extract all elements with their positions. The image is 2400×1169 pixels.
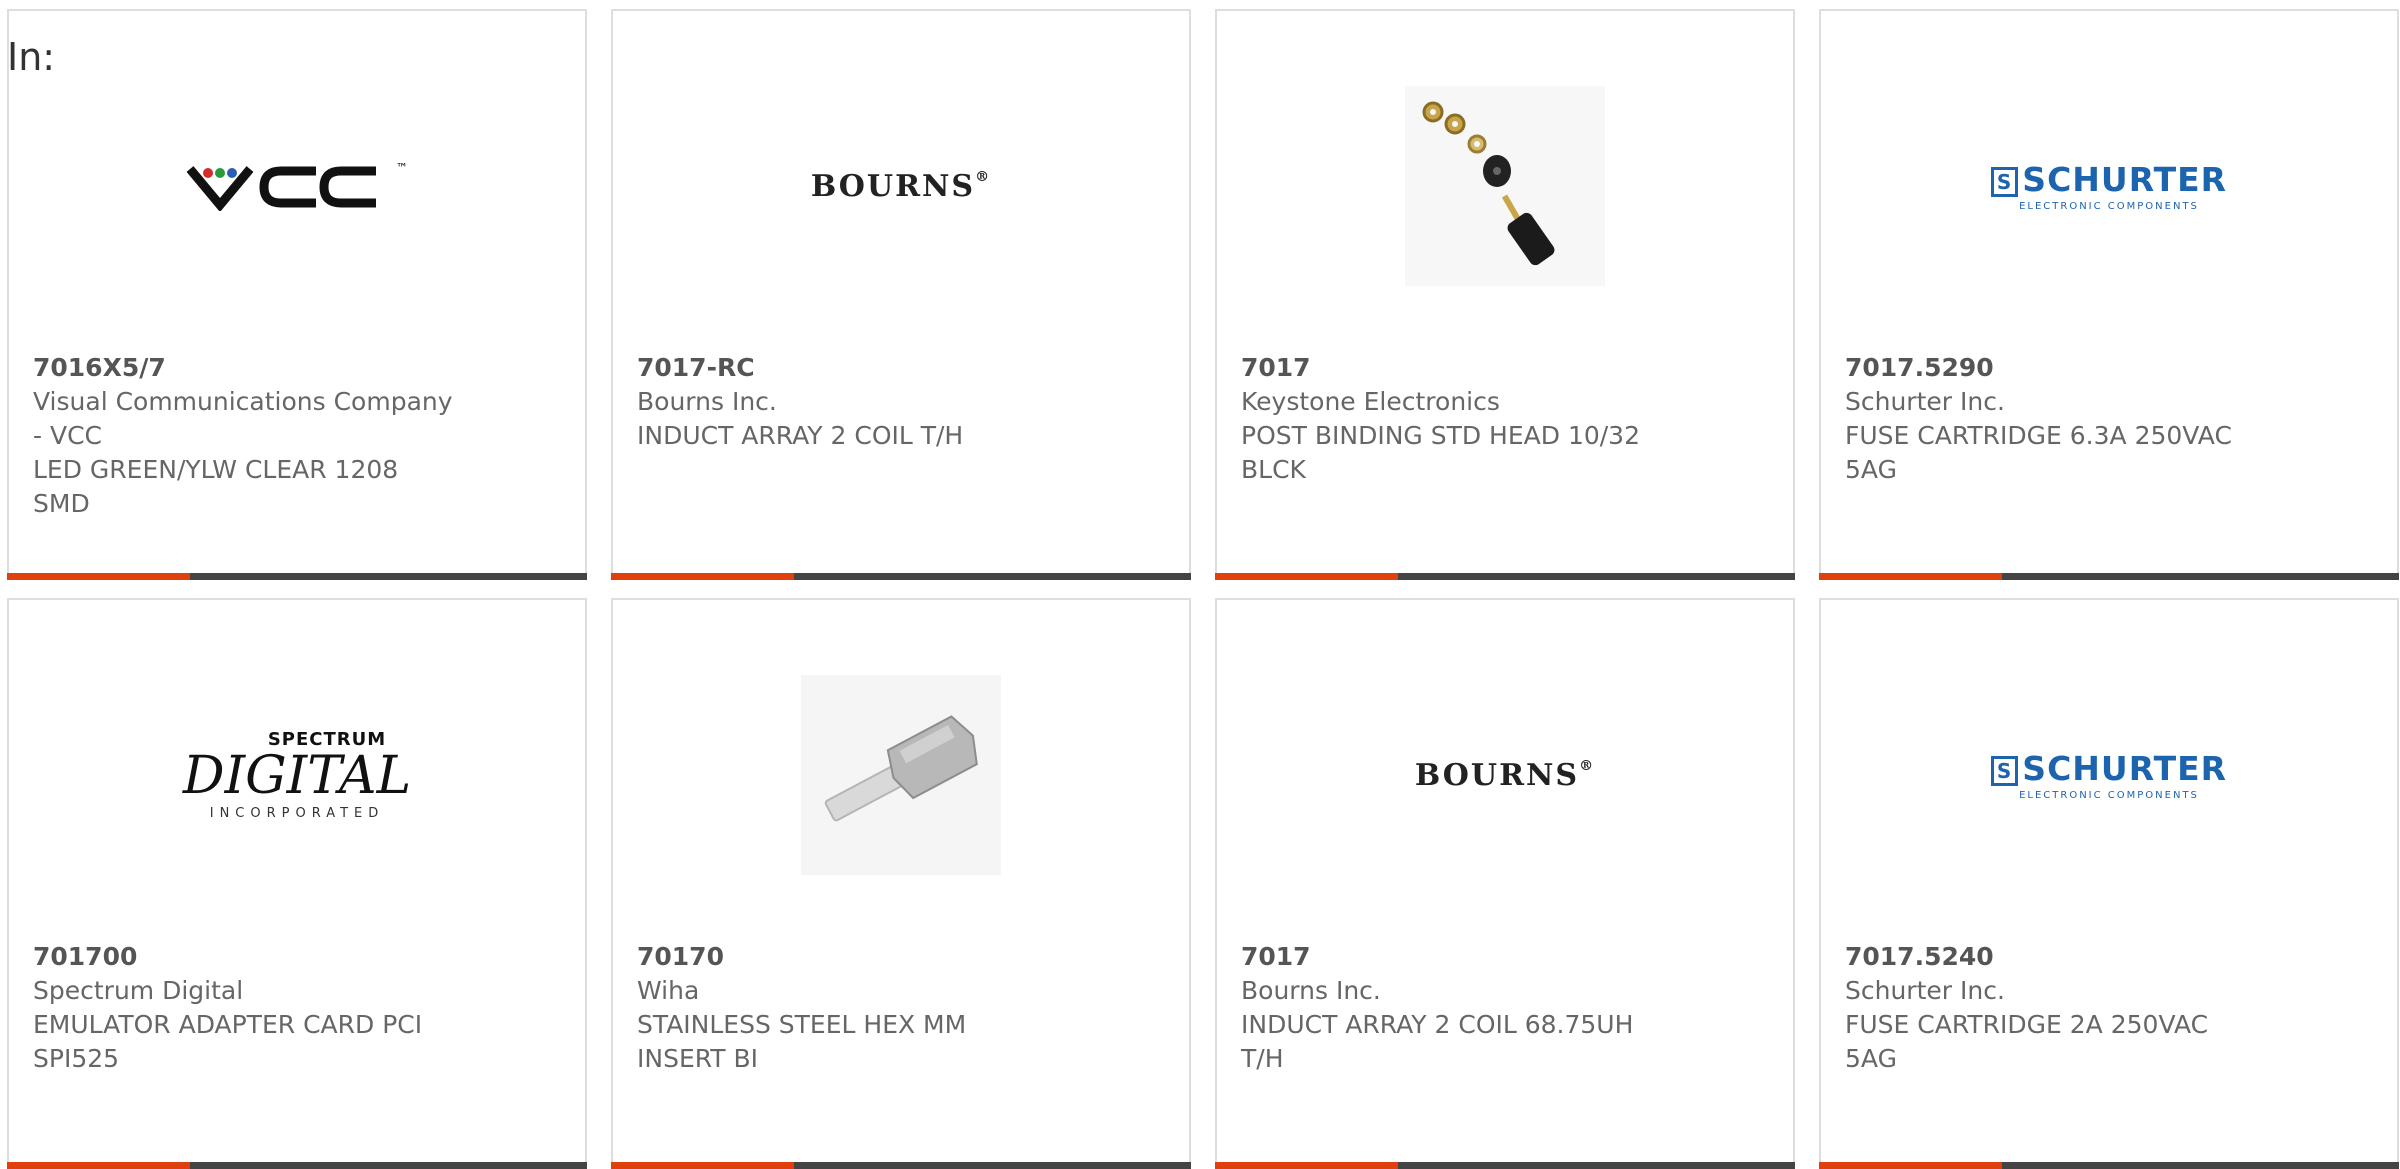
bourns-trademark: ® [975,168,992,185]
manufacturer-line: Visual Communications Company [33,387,453,416]
manufacturer-line: Schurter Inc. [1845,387,2005,416]
description-line: BLCK [1241,455,1306,484]
description-line: 5AG [1845,1044,1897,1073]
card-bottom-bar [1819,1162,2399,1169]
product-image[interactable] [613,660,1189,890]
card-bottom-bar [1819,573,2399,580]
product-card[interactable]: BOURNS® 7017 Bourns Inc. INDUCT ARRAY 2 … [1215,598,1795,1169]
product-grid: ™ 7016X5/7 Visual Communications Company… [7,9,2399,1169]
spectrum-digital-logo: SPECTRUM DIGITAL INCORPORATED [183,729,411,821]
manufacturer-line: - VCC [33,421,102,450]
schurter-logo-subtext: ELECTRONIC COMPONENTS [2019,790,2199,801]
vcc-trademark: ™ [396,161,408,175]
product-info: 7017-RC Bourns Inc. INDUCT ARRAY 2 COIL … [637,351,1057,453]
part-number[interactable]: 7016X5/7 [33,351,453,385]
bourns-logo: BOURNS® [811,169,991,204]
description-line: EMULATOR ADAPTER CARD PCI [33,1010,423,1039]
product-info: 70170 Wiha STAINLESS STEEL HEX MM INSERT… [637,940,1057,1076]
manufacturer-line: Spectrum Digital [33,976,244,1005]
product-image[interactable] [1217,71,1793,301]
hex-bit-photo [801,675,1001,875]
manufacturer-line: Bourns Inc. [637,387,777,416]
schurter-logo-text: SCHURTER [2022,749,2228,788]
bourns-logo: BOURNS® [1415,758,1595,793]
description-line: SMD [33,489,90,518]
description-line: FUSE CARTRIDGE 6.3A 250VAC [1845,421,2232,450]
manufacturer-line: Schurter Inc. [1845,976,2005,1005]
product-info: 7017 Bourns Inc. INDUCT ARRAY 2 COIL 68.… [1241,940,1661,1076]
product-card[interactable]: BOURNS® 7017-RC Bourns Inc. INDUCT ARRAY… [611,9,1191,580]
card-bottom-bar [7,573,587,580]
part-number[interactable]: 70170 [637,940,1057,974]
description-line: POST BINDING STD HEAD 10/32 [1241,421,1640,450]
product-image[interactable]: BOURNS® [613,71,1189,301]
product-card[interactable]: ™ 7016X5/7 Visual Communications Company… [7,9,587,580]
product-info: 7017.5240 Schurter Inc. FUSE CARTRIDGE 2… [1845,940,2265,1076]
description-line: INDUCT ARRAY 2 COIL T/H [637,421,964,450]
product-card[interactable]: 7017 Keystone Electronics POST BINDING S… [1215,9,1795,580]
part-number[interactable]: 7017 [1241,940,1661,974]
description-line: INSERT BI [637,1044,759,1073]
description-line: STAINLESS STEEL HEX MM [637,1010,967,1039]
schurter-logo-subtext: ELECTRONIC COMPONENTS [2019,201,2199,212]
description-line: T/H [1241,1044,1284,1073]
part-number[interactable]: 701700 [33,940,453,974]
product-image[interactable]: S SCHURTER ELECTRONIC COMPONENTS [1821,71,2397,301]
part-number[interactable]: 7017.5290 [1845,351,2265,385]
manufacturer-line: Keystone Electronics [1241,387,1500,416]
description-line: SPI525 [33,1044,120,1073]
spectrum-logo-text: DIGITAL [182,746,412,806]
description-line: FUSE CARTRIDGE 2A 250VAC [1845,1010,2209,1039]
card-bottom-bar [1215,573,1795,580]
description-line: INDUCT ARRAY 2 COIL 68.75UH [1241,1010,1634,1039]
in-label: In: [7,35,56,79]
binding-post-photo [1405,86,1605,286]
product-card[interactable]: 70170 Wiha STAINLESS STEEL HEX MM INSERT… [611,598,1191,1169]
description-line: LED GREEN/YLW CLEAR 1208 [33,455,399,484]
card-bottom-bar [7,1162,587,1169]
product-image[interactable]: SPECTRUM DIGITAL INCORPORATED [9,660,585,890]
vcc-logo: ™ [186,161,408,211]
card-bottom-bar [1215,1162,1795,1169]
manufacturer-line: Wiha [637,976,700,1005]
bourns-logo-text: BOURNS [1414,757,1580,793]
product-image[interactable]: BOURNS® [1217,660,1793,890]
schurter-logo-text: SCHURTER [2022,160,2228,199]
product-image[interactable]: S SCHURTER ELECTRONIC COMPONENTS [1821,660,2397,890]
part-number[interactable]: 7017-RC [637,351,1057,385]
part-number[interactable]: 7017 [1241,351,1661,385]
manufacturer-line: Bourns Inc. [1241,976,1381,1005]
description-line: 5AG [1845,455,1897,484]
product-card[interactable]: S SCHURTER ELECTRONIC COMPONENTS 7017.529… [1819,9,2399,580]
product-info: 7017 Keystone Electronics POST BINDING S… [1241,351,1661,487]
product-info: 7016X5/7 Visual Communications Company -… [33,351,453,521]
product-info: 701700 Spectrum Digital EMULATOR ADAPTER… [33,940,453,1076]
product-image[interactable]: ™ [9,71,585,301]
product-info: 7017.5290 Schurter Inc. FUSE CARTRIDGE 6… [1845,351,2265,487]
card-bottom-bar [611,573,1191,580]
spectrum-logo-subtext: INCORPORATED [209,806,385,821]
product-card[interactable]: S SCHURTER ELECTRONIC COMPONENTS 7017.524… [1819,598,2399,1169]
bourns-logo-text: BOURNS [810,168,976,204]
schurter-logo: S SCHURTER ELECTRONIC COMPONENTS [1990,749,2228,801]
part-number[interactable]: 7017.5240 [1845,940,2265,974]
product-card[interactable]: SPECTRUM DIGITAL INCORPORATED 701700 Spe… [7,598,587,1169]
schurter-logo: S SCHURTER ELECTRONIC COMPONENTS [1990,160,2228,212]
card-bottom-bar [611,1162,1191,1169]
bourns-trademark: ® [1579,757,1596,774]
